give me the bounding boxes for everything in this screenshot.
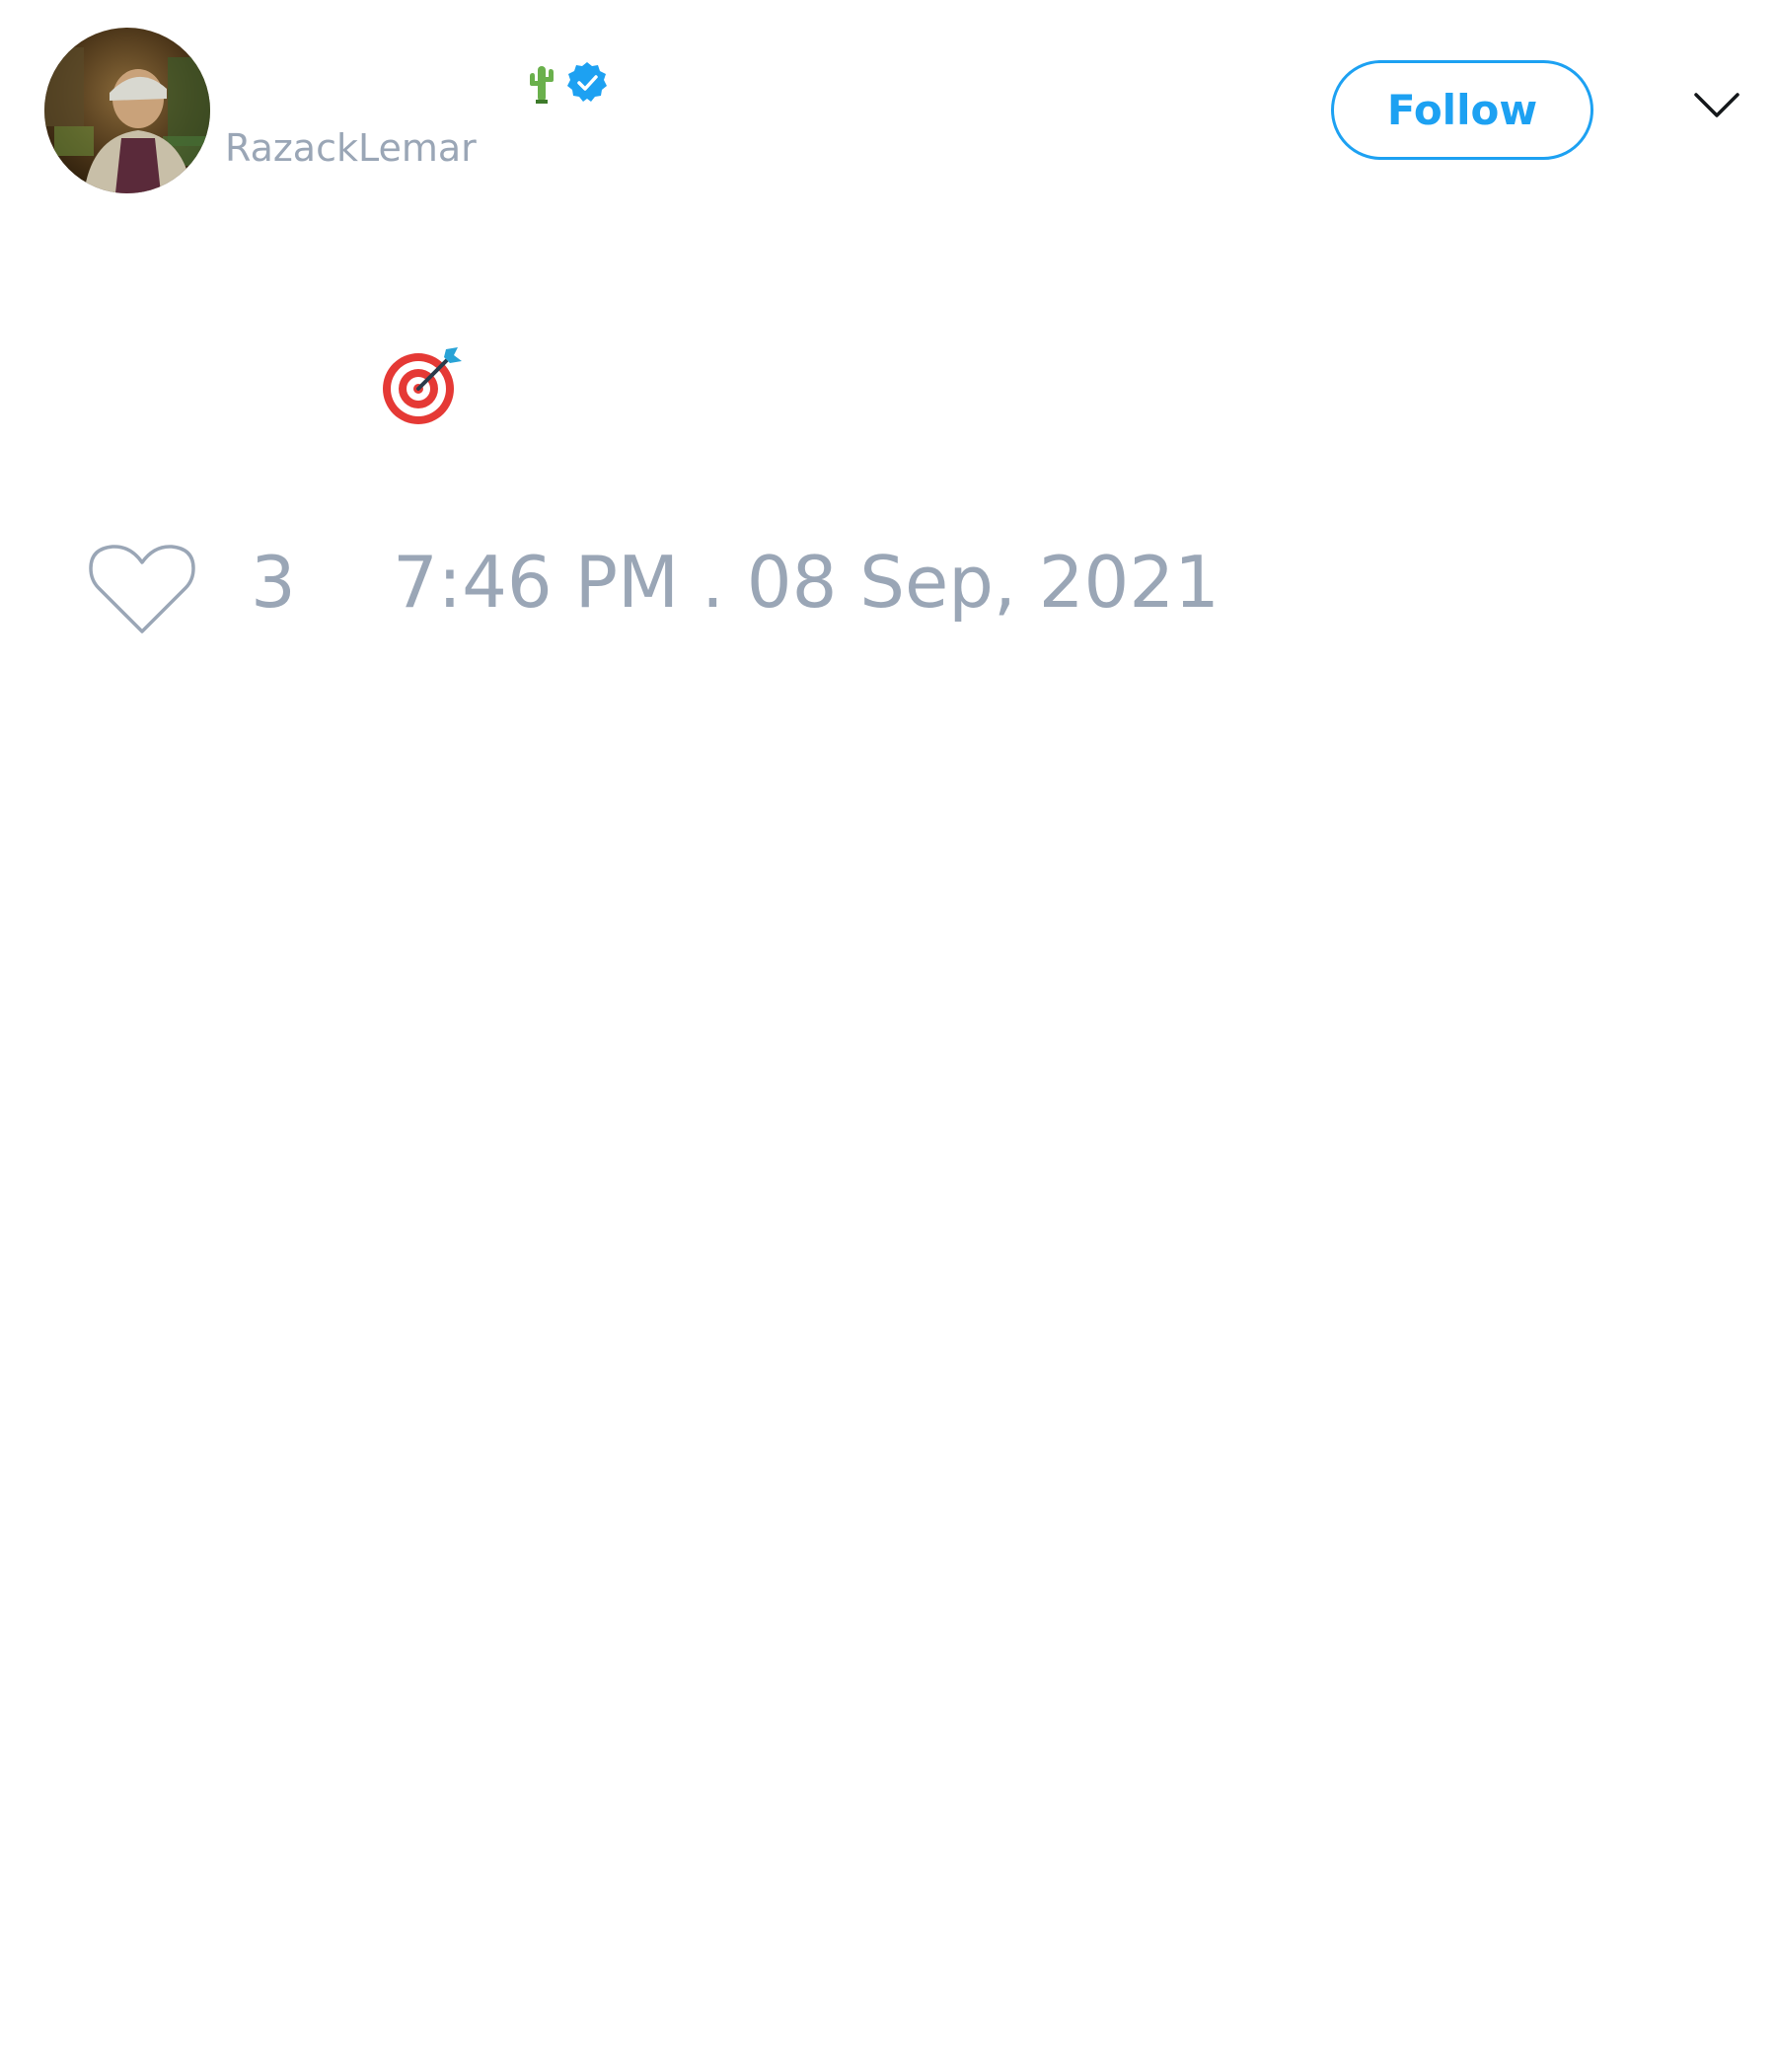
follow-button[interactable]: Follow — [1331, 60, 1593, 160]
display-name-row — [225, 55, 610, 111]
cactus-emoji — [530, 66, 554, 104]
heart-icon[interactable] — [89, 543, 195, 637]
tweet-header: RazackLemar Follow — [0, 0, 1776, 217]
like-count: 3 — [251, 541, 296, 624]
timestamp[interactable]: 7:46 PM . 08 Sep, 2021 — [393, 547, 1220, 618]
chevron-down-icon[interactable] — [1693, 91, 1740, 120]
username[interactable]: RazackLemar — [225, 126, 477, 170]
tweet-footer: 3 7:46 PM . 08 Sep, 2021 — [0, 533, 1776, 651]
direct-hit-emoji — [383, 347, 462, 424]
avatar[interactable] — [44, 28, 210, 193]
avatar-image — [44, 28, 210, 193]
tweet-body — [0, 326, 1776, 464]
verified-badge-icon — [567, 62, 607, 102]
